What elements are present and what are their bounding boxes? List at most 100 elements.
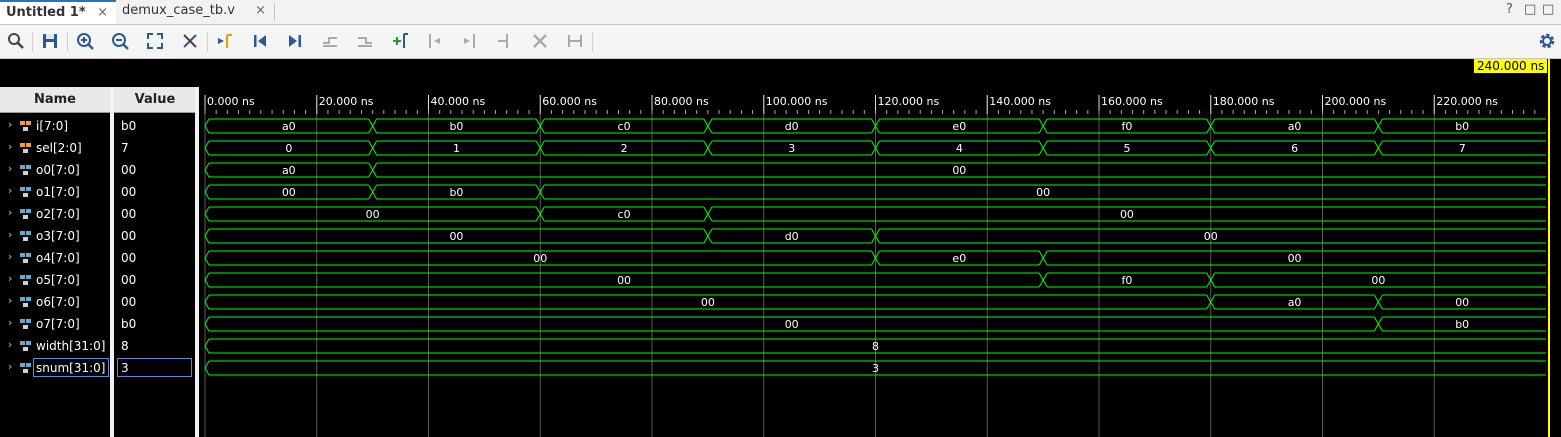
transition-edge	[1206, 294, 1212, 303]
settings-gear-icon[interactable]	[1537, 31, 1557, 51]
transition-edge	[204, 294, 210, 303]
waveform-panel[interactable]: 0.000 ns 20.000 ns 40.000 ns 60.000 ns 80.00…	[202, 59, 1561, 437]
signal-row[interactable]: › o6[7:0] 00	[0, 291, 199, 313]
bus-signal-icon	[20, 165, 31, 175]
transition-edge	[368, 184, 374, 193]
signal-row[interactable]: › o5[7:0] 00	[0, 269, 199, 291]
expand-chevron-icon[interactable]: ›	[8, 228, 12, 241]
tick-label: 160.000 ns	[1101, 95, 1163, 108]
expand-chevron-icon[interactable]: ›	[8, 118, 12, 131]
signal-name: i[7:0]	[36, 119, 69, 133]
signal-row[interactable]: › o7[7:0] b0	[0, 313, 199, 335]
bus-value-label: d0	[785, 230, 799, 243]
zoom-out-icon[interactable]	[110, 31, 130, 51]
transition-edge	[1206, 272, 1212, 281]
next-transition-icon[interactable]	[355, 31, 375, 51]
previous-marker-icon[interactable]	[425, 31, 445, 51]
transition-edge	[1210, 118, 1216, 127]
transition-edge	[875, 228, 880, 237]
go-to-cursor-icon[interactable]	[215, 31, 235, 51]
transition-edge	[1373, 118, 1379, 127]
tab-demux-case-tb[interactable]: demux_case_tb.v ×	[116, 0, 274, 24]
transition-edge	[1038, 272, 1044, 281]
next-marker-icon[interactable]	[460, 31, 480, 51]
expand-chevron-icon[interactable]: ›	[8, 250, 12, 263]
close-icon[interactable]: ×	[255, 0, 266, 22]
transition-edge	[204, 301, 210, 310]
transition-edge	[703, 118, 709, 127]
transition-edge	[204, 360, 210, 369]
signal-row[interactable]: › sel[2:0] 7	[0, 137, 199, 159]
signal-row[interactable]: › o1[7:0] 00	[0, 181, 199, 203]
zoom-fit-icon[interactable]	[145, 31, 165, 51]
zoom-in-icon[interactable]	[75, 31, 95, 51]
go-to-start-icon[interactable]	[250, 31, 270, 51]
add-marker-icon[interactable]	[390, 31, 410, 51]
transition-edge	[368, 118, 374, 127]
bus-value-label: f0	[1122, 274, 1133, 287]
signal-row[interactable]: › o4[7:0] 00	[0, 247, 199, 269]
delete-marker-icon[interactable]	[530, 31, 550, 51]
search-icon[interactable]	[6, 31, 26, 51]
bus-value-label: 00	[785, 318, 799, 331]
expand-chevron-icon[interactable]: ›	[8, 206, 12, 219]
signal-value: 3	[121, 361, 129, 375]
signal-name-value-panel: Name Value › i[7:0] b0 › sel[2:0] 7 › o0[7:0] 00…	[0, 59, 199, 437]
snap-icon[interactable]	[565, 31, 585, 51]
transition-edge	[1042, 272, 1048, 281]
expand-chevron-icon[interactable]: ›	[8, 162, 12, 175]
transition-edge	[539, 184, 545, 193]
maximize-icon[interactable]: □	[1542, 2, 1554, 17]
save-icon[interactable]	[40, 31, 60, 51]
tab-untitled-1[interactable]: Untitled 1* ×	[0, 0, 116, 24]
waveform-canvas[interactable]: 0.000 ns 20.000 ns 40.000 ns 60.000 ns 80.00…	[202, 59, 1561, 437]
expand-chevron-icon[interactable]: ›	[8, 360, 12, 373]
bus-value-label: 00	[1036, 186, 1050, 199]
transition-edge	[871, 125, 876, 134]
expand-chevron-icon[interactable]: ›	[8, 272, 12, 285]
signal-row[interactable]: › width[31:0] 8	[0, 335, 199, 357]
toolbar-divider	[32, 32, 33, 52]
previous-transition-icon[interactable]	[320, 31, 340, 51]
signal-value: 00	[121, 207, 137, 221]
signal-row[interactable]: › i[7:0] b0	[0, 115, 199, 137]
transition-edge	[535, 118, 541, 127]
expand-chevron-icon[interactable]: ›	[8, 294, 12, 307]
signal-row[interactable]: › o2[7:0] 00	[0, 203, 199, 225]
close-icon[interactable]: ×	[97, 2, 108, 24]
bus-value-label: a0	[282, 120, 296, 133]
bus-value-label: 2	[621, 142, 628, 155]
signal-row[interactable]: › snum[31:0] 3	[0, 357, 199, 379]
transition-edge	[707, 228, 713, 237]
signal-name: o5[7:0]	[36, 273, 80, 287]
expand-chevron-icon[interactable]: ›	[8, 184, 12, 197]
transition-edge	[204, 338, 210, 347]
expand-chevron-icon[interactable]: ›	[8, 338, 12, 351]
tick-label: 0.000 ns	[207, 95, 255, 108]
signal-row[interactable]: › o3[7:0] 00	[0, 225, 199, 247]
signal-name: sel[2:0]	[36, 141, 82, 155]
transition-edge	[372, 125, 378, 134]
swap-cursors-icon[interactable]	[495, 31, 515, 51]
transition-edge	[707, 118, 713, 127]
bus-value-label: 00	[449, 230, 463, 243]
restore-icon[interactable]: □	[1524, 2, 1536, 17]
bus-value-label: b0	[1455, 318, 1469, 331]
expand-chevron-icon[interactable]: ›	[8, 316, 12, 329]
name-column-header[interactable]: Name	[0, 87, 110, 113]
transition-edge	[703, 228, 709, 237]
signal-row[interactable]: › o0[7:0] 00	[0, 159, 199, 181]
signal-value: 00	[121, 163, 137, 177]
transition-edge	[871, 235, 876, 244]
value-column-header[interactable]: Value	[114, 87, 196, 113]
transition-edge	[707, 206, 713, 215]
transition-edge	[871, 228, 876, 237]
cursor-swap-icon[interactable]	[180, 31, 200, 51]
help-icon[interactable]: ?	[1506, 2, 1513, 17]
bus-signal-icon	[20, 297, 31, 307]
go-to-end-icon[interactable]	[285, 31, 305, 51]
transition-edge	[204, 316, 210, 325]
transition-edge	[1206, 279, 1212, 288]
transition-edge	[1210, 279, 1216, 288]
expand-chevron-icon[interactable]: ›	[8, 140, 12, 153]
